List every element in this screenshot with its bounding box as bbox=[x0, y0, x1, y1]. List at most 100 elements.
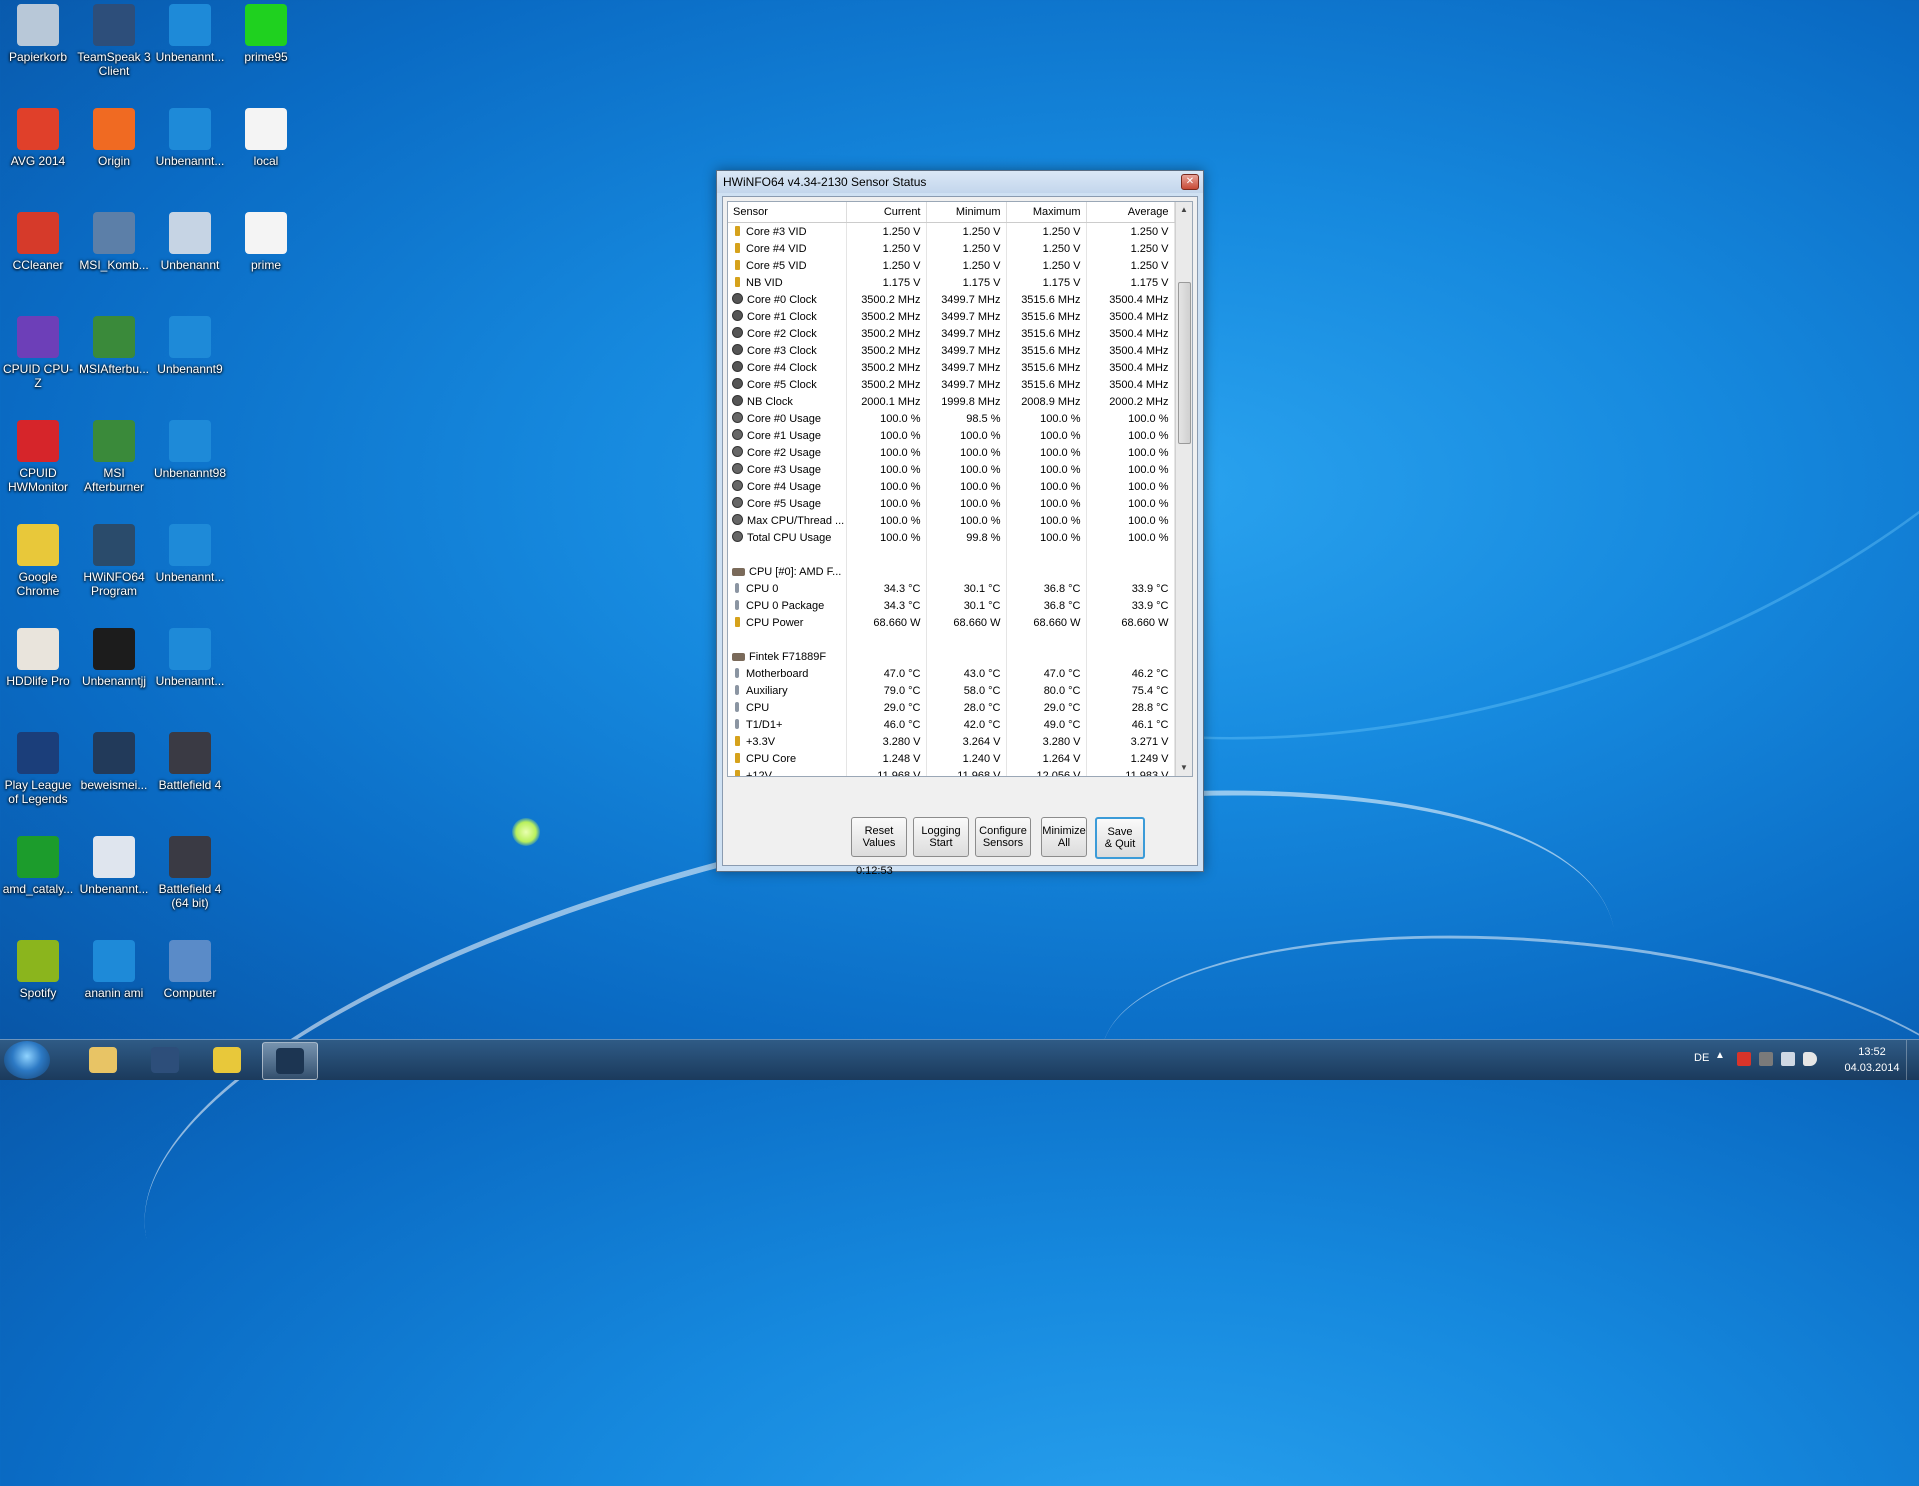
network-icon[interactable] bbox=[1781, 1052, 1795, 1066]
show-desktop-button[interactable] bbox=[1906, 1040, 1919, 1080]
desktop-icon[interactable]: Spotify bbox=[0, 940, 76, 1000]
desktop-icon[interactable]: Unbenannt... bbox=[152, 108, 228, 168]
scroll-down-arrow-icon[interactable]: ▼ bbox=[1176, 760, 1192, 776]
sensor-row[interactable]: CPU 0 Package 34.3 °C 30.1 °C 36.8 °C 33.9 °… bbox=[728, 597, 1175, 614]
desktop-icon[interactable]: MSIAfterbu... bbox=[76, 316, 152, 376]
desktop-icon[interactable]: local bbox=[228, 108, 304, 168]
desktop-icon[interactable]: Play League of Legends bbox=[0, 732, 76, 806]
scroll-thumb[interactable] bbox=[1178, 282, 1191, 444]
sensor-row[interactable]: Core #2 Clock 3500.2 MHz 3499.7 MHz 3515.6 … bbox=[728, 325, 1175, 342]
sensor-row[interactable]: CPU 29.0 °C 28.0 °C 29.0 °C 28.8 °C bbox=[728, 699, 1175, 716]
sensor-row[interactable]: NB VID 1.175 V 1.175 V 1.175 V 1.175 V bbox=[728, 274, 1175, 291]
column-header-average[interactable]: Average bbox=[1086, 202, 1175, 223]
column-header-current[interactable]: Current bbox=[846, 202, 927, 223]
sensor-row[interactable]: Core #2 Usage 100.0 % 100.0 % 100.0 % 100.0 … bbox=[728, 444, 1175, 461]
sensor-row[interactable]: CPU Core 1.248 V 1.240 V 1.264 V 1.249 V bbox=[728, 750, 1175, 767]
desktop-icon[interactable]: Unbenannt98 bbox=[152, 420, 228, 480]
show-hidden-icons-icon[interactable]: ▲ bbox=[1715, 1050, 1725, 1061]
desktop-icon[interactable]: CPUID HWMonitor bbox=[0, 420, 76, 494]
language-indicator[interactable]: DE bbox=[1694, 1052, 1709, 1064]
configure-sensors-button[interactable]: Configure Sensors bbox=[975, 817, 1031, 857]
desktop-icon[interactable]: prime95 bbox=[228, 4, 304, 64]
sensor-row[interactable] bbox=[728, 631, 1175, 648]
desktop-icon[interactable]: Computer bbox=[152, 940, 228, 1000]
desktop-icon[interactable]: Unbenannt... bbox=[152, 524, 228, 584]
sensor-row[interactable]: Core #4 VID 1.250 V 1.250 V 1.250 V 1.250 V bbox=[728, 240, 1175, 257]
desktop-icon[interactable]: Google Chrome bbox=[0, 524, 76, 598]
desktop-icon[interactable]: Unbenannt9 bbox=[152, 316, 228, 376]
sensor-row[interactable]: Auxiliary 79.0 °C 58.0 °C 80.0 °C 75.4 °C bbox=[728, 682, 1175, 699]
desktop-icon[interactable]: CCleaner bbox=[0, 212, 76, 272]
volume-icon[interactable] bbox=[1803, 1052, 1817, 1066]
sensor-row[interactable]: CPU Power 68.660 W 68.660 W 68.660 W 68.660 … bbox=[728, 614, 1175, 631]
sensor-row[interactable]: Core #0 Clock 3500.2 MHz 3499.7 MHz 3515.6 … bbox=[728, 291, 1175, 308]
desktop-icon[interactable]: Unbenannt... bbox=[152, 628, 228, 688]
sensor-row[interactable]: +12V 11.968 V 11.968 V 12.056 V 11.983 V bbox=[728, 767, 1175, 776]
sensor-row[interactable]: Core #3 Usage 100.0 % 100.0 % 100.0 % 100.0 … bbox=[728, 461, 1175, 478]
column-header-maximum[interactable]: Maximum bbox=[1006, 202, 1087, 223]
desktop-icon[interactable]: Papierkorb bbox=[0, 4, 76, 64]
sensor-row[interactable]: Core #5 Clock 3500.2 MHz 3499.7 MHz 3515.6 … bbox=[728, 376, 1175, 393]
desktop-icon[interactable]: MSI_Komb... bbox=[76, 212, 152, 272]
hwinfo-sensor-window[interactable]: HWiNFO64 v4.34-2130 Sensor Status ✕ Sens… bbox=[716, 170, 1204, 877]
column-header-sensor[interactable]: Sensor bbox=[728, 202, 847, 223]
sensor-row[interactable]: Core #3 Clock 3500.2 MHz 3499.7 MHz 3515.6 … bbox=[728, 342, 1175, 359]
sensor-value-avg: 11.983 V bbox=[1086, 767, 1175, 776]
desktop-icon[interactable]: MSI Afterburner bbox=[76, 420, 152, 494]
desktop-icon[interactable]: Origin bbox=[76, 108, 152, 168]
sensor-row[interactable]: CPU 0 34.3 °C 30.1 °C 36.8 °C 33.9 °C bbox=[728, 580, 1175, 597]
clock[interactable]: 13:52 04.03.2014 bbox=[1837, 1044, 1907, 1076]
desktop-icon[interactable]: Unbenanntjj bbox=[76, 628, 152, 688]
sensor-row[interactable]: T1/D1+ 46.0 °C 42.0 °C 49.0 °C 46.1 °C bbox=[728, 716, 1175, 733]
desktop-icon[interactable]: Unbenannt... bbox=[152, 4, 228, 64]
desktop-icon-label: MSI_Komb... bbox=[79, 258, 149, 272]
sensor-row[interactable]: Core #4 Usage 100.0 % 100.0 % 100.0 % 100.0 … bbox=[728, 478, 1175, 495]
sensor-group-row[interactable]: CPU [#0]: AMD F... bbox=[728, 563, 1175, 580]
scroll-up-arrow-icon[interactable]: ▲ bbox=[1176, 202, 1192, 218]
sensor-row[interactable] bbox=[728, 546, 1175, 563]
sensor-row[interactable]: Core #1 Clock 3500.2 MHz 3499.7 MHz 3515.6 … bbox=[728, 308, 1175, 325]
sensor-row[interactable]: Core #5 VID 1.250 V 1.250 V 1.250 V 1.250 V bbox=[728, 257, 1175, 274]
desktop-icon[interactable]: HWiNFO64 Program bbox=[76, 524, 152, 598]
desktop-icon[interactable]: Unbenannt bbox=[152, 212, 228, 272]
desktop-icon[interactable]: amd_cataly... bbox=[0, 836, 76, 896]
desktop-icon[interactable]: AVG 2014 bbox=[0, 108, 76, 168]
desktop-icon[interactable]: Battlefield 4 (64 bit) bbox=[152, 836, 228, 910]
desktop-icon-label: Unbenannt... bbox=[155, 570, 225, 584]
sensor-row[interactable]: Total CPU Usage 100.0 % 99.8 % 100.0 % 100.0… bbox=[728, 529, 1175, 546]
sensor-row[interactable]: Core #1 Usage 100.0 % 100.0 % 100.0 % 100.0 … bbox=[728, 427, 1175, 444]
desktop-icon[interactable]: Unbenannt... bbox=[76, 836, 152, 896]
sensor-row[interactable]: Core #4 Clock 3500.2 MHz 3499.7 MHz 3515.6 … bbox=[728, 359, 1175, 376]
desktop-icon[interactable]: prime bbox=[228, 212, 304, 272]
sensor-row[interactable]: Core #5 Usage 100.0 % 100.0 % 100.0 % 100.0 … bbox=[728, 495, 1175, 512]
sensor-row[interactable]: Motherboard 47.0 °C 43.0 °C 47.0 °C 46.2 °C bbox=[728, 665, 1175, 682]
sensor-group-row[interactable]: Fintek F71889F bbox=[728, 648, 1175, 665]
sensor-row[interactable]: Max CPU/Thread ... 100.0 % 100.0 % 100.0 % 1… bbox=[728, 512, 1175, 529]
taskbar-app-teamspeak[interactable] bbox=[138, 1042, 192, 1078]
desktop-icon[interactable]: CPUID CPU-Z bbox=[0, 316, 76, 390]
taskbar-app-explorer[interactable] bbox=[76, 1042, 130, 1078]
desktop-icon[interactable]: beweismei... bbox=[76, 732, 152, 792]
sensor-row[interactable]: NB Clock 2000.1 MHz 1999.8 MHz 2008.9 MHz 20… bbox=[728, 393, 1175, 410]
window-titlebar[interactable]: HWiNFO64 v4.34-2130 Sensor Status ✕ bbox=[717, 171, 1203, 193]
desktop-icon[interactable]: Battlefield 4 bbox=[152, 732, 228, 792]
minimize-all-button[interactable]: Minimize All bbox=[1041, 817, 1087, 857]
vertical-scrollbar[interactable]: ▲ ▼ bbox=[1175, 202, 1192, 776]
sensor-row[interactable]: Core #0 Usage 100.0 % 98.5 % 100.0 % 100.0 % bbox=[728, 410, 1175, 427]
desktop-icon[interactable]: HDDlife Pro bbox=[0, 628, 76, 688]
sensor-name-cell bbox=[728, 631, 847, 648]
desktop-icon[interactable]: ananin ami bbox=[76, 940, 152, 1000]
save-quit-button[interactable]: Save & Quit bbox=[1095, 817, 1145, 859]
taskbar-app-chrome[interactable] bbox=[200, 1042, 254, 1078]
tray-app-icon[interactable] bbox=[1759, 1052, 1773, 1066]
logging-start-button[interactable]: Logging Start bbox=[913, 817, 969, 857]
sensor-row[interactable]: +3.3V 3.280 V 3.264 V 3.280 V 3.271 V bbox=[728, 733, 1175, 750]
column-header-minimum[interactable]: Minimum bbox=[926, 202, 1007, 223]
desktop-icon[interactable]: TeamSpeak 3 Client bbox=[76, 4, 152, 78]
start-button[interactable] bbox=[4, 1041, 50, 1079]
reset-values-button[interactable]: Reset Values bbox=[851, 817, 907, 857]
action-center-flag-icon[interactable] bbox=[1737, 1052, 1751, 1066]
sensor-row[interactable]: Core #3 VID 1.250 V 1.250 V 1.250 V 1.250 V bbox=[728, 222, 1175, 240]
taskbar-app-hwinfo[interactable] bbox=[262, 1042, 318, 1080]
close-button[interactable]: ✕ bbox=[1181, 174, 1199, 190]
